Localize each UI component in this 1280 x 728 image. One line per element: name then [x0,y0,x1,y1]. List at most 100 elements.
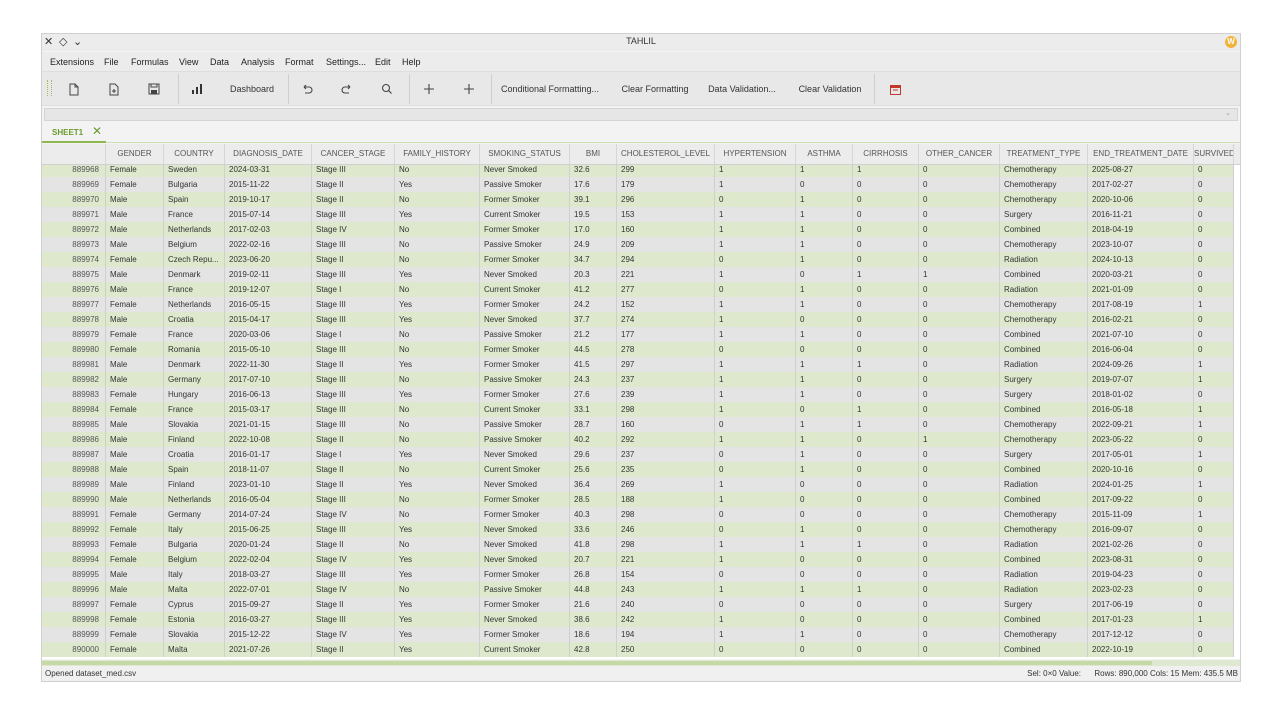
table-cell[interactable]: 33.1 [570,402,617,417]
row-number[interactable]: 889997 [42,597,106,612]
table-cell[interactable]: Combined [1000,327,1088,342]
table-cell[interactable]: Surgery [1000,387,1088,402]
table-cell[interactable]: Female [106,387,164,402]
table-cell[interactable]: 1 [796,372,853,387]
row-number[interactable]: 889972 [42,222,106,237]
table-cell[interactable]: 1 [796,252,853,267]
table-cell[interactable]: Chemotherapy [1000,432,1088,447]
table-cell[interactable]: France [164,327,225,342]
table-cell[interactable]: 0 [1194,237,1234,252]
table-cell[interactable]: 1 [715,357,796,372]
table-cell[interactable]: 2016-05-15 [225,297,312,312]
row-number[interactable]: 889978 [42,312,106,327]
menu-formulas[interactable]: Formulas [131,57,169,67]
table-cell[interactable]: 2018-01-02 [1088,387,1194,402]
table-row[interactable]: 889991 Female Germany 2014-07-24 Stage IV No F… [42,507,1234,522]
column-header[interactable]: COUNTRY [164,144,225,164]
table-cell[interactable]: Combined [1000,492,1088,507]
table-cell[interactable]: Radiation [1000,252,1088,267]
table-cell[interactable]: Never Smoked [480,312,570,327]
table-cell[interactable]: Former Smoker [480,297,570,312]
table-row[interactable]: 889973 Male Belgium 2022-02-16 Stage III No Pa… [42,237,1234,252]
row-number[interactable]: 889975 [42,267,106,282]
table-cell[interactable]: Stage IV [312,222,395,237]
table-cell[interactable]: Former Smoker [480,507,570,522]
table-cell[interactable]: 299 [617,165,715,177]
menu-format[interactable]: Format [285,57,314,67]
table-cell[interactable]: Male [106,432,164,447]
table-cell[interactable]: Yes [395,387,480,402]
row-number[interactable]: 889982 [42,372,106,387]
table-cell[interactable]: Female [106,402,164,417]
table-cell[interactable]: Stage IV [312,552,395,567]
table-cell[interactable]: 0 [796,567,853,582]
table-cell[interactable]: 0 [919,207,1000,222]
table-cell[interactable]: Stage II [312,642,395,657]
table-cell[interactable]: Stage III [312,402,395,417]
table-cell[interactable]: 0 [853,477,919,492]
table-cell[interactable]: 1 [715,297,796,312]
table-cell[interactable]: Former Smoker [480,387,570,402]
table-cell[interactable]: Stage III [312,387,395,402]
table-cell[interactable]: 0 [796,402,853,417]
row-number[interactable]: 889983 [42,387,106,402]
table-cell[interactable]: 0 [919,387,1000,402]
menu-data[interactable]: Data [210,57,229,67]
table-cell[interactable]: 2019-12-07 [225,282,312,297]
table-cell[interactable]: Current Smoker [480,642,570,657]
table-cell[interactable]: 2014-07-24 [225,507,312,522]
table-cell[interactable]: 0 [919,642,1000,657]
table-cell[interactable]: 2024-10-13 [1088,252,1194,267]
table-cell[interactable]: Yes [395,177,480,192]
table-cell[interactable]: Current Smoker [480,462,570,477]
table-cell[interactable]: 160 [617,222,715,237]
table-cell[interactable]: 1 [1194,612,1234,627]
row-number[interactable]: 889989 [42,477,106,492]
table-cell[interactable]: No [395,192,480,207]
table-cell[interactable]: 40.2 [570,432,617,447]
table-cell[interactable]: Passive Smoker [480,237,570,252]
table-cell[interactable]: 0 [919,342,1000,357]
table-cell[interactable]: France [164,402,225,417]
table-cell[interactable]: Female [106,552,164,567]
table-cell[interactable]: 1 [796,357,853,372]
table-cell[interactable]: 2015-07-14 [225,207,312,222]
table-cell[interactable]: 235 [617,462,715,477]
table-cell[interactable]: Male [106,492,164,507]
table-cell[interactable]: 29.6 [570,447,617,462]
row-number[interactable]: 889998 [42,612,106,627]
table-row[interactable]: 889968 Female Sweden 2024-03-31 Stage III No N… [42,165,1234,177]
table-cell[interactable]: 2016-05-04 [225,492,312,507]
table-cell[interactable]: 0 [1194,567,1234,582]
table-cell[interactable]: Radiation [1000,282,1088,297]
table-cell[interactable]: Female [106,507,164,522]
table-cell[interactable]: Italy [164,522,225,537]
table-cell[interactable]: 0 [1194,312,1234,327]
table-cell[interactable]: 194 [617,627,715,642]
table-cell[interactable]: Slovakia [164,417,225,432]
table-row[interactable]: 889976 Male France 2019-12-07 Stage I No Curre… [42,282,1234,297]
row-number[interactable]: 889996 [42,582,106,597]
table-cell[interactable]: Passive Smoker [480,582,570,597]
table-cell[interactable]: 21.2 [570,327,617,342]
table-cell[interactable]: Yes [395,477,480,492]
table-row[interactable]: 889990 Male Netherlands 2016-05-04 Stage III… [42,492,1234,507]
undo-icon[interactable] [297,78,317,100]
table-cell[interactable]: Combined [1000,267,1088,282]
table-cell[interactable]: 0 [919,222,1000,237]
table-cell[interactable]: 1 [1194,477,1234,492]
table-cell[interactable]: 1 [715,552,796,567]
table-cell[interactable]: 21.6 [570,597,617,612]
column-header[interactable]: FAMILY_HISTORY [395,144,480,164]
table-cell[interactable]: 1 [715,492,796,507]
table-cell[interactable]: 294 [617,252,715,267]
table-cell[interactable]: Combined [1000,552,1088,567]
table-cell[interactable]: Male [106,207,164,222]
table-cell[interactable]: Chemotherapy [1000,522,1088,537]
table-cell[interactable]: Chemotherapy [1000,312,1088,327]
table-cell[interactable]: 2015-03-17 [225,402,312,417]
table-cell[interactable]: Chemotherapy [1000,192,1088,207]
table-cell[interactable]: 1 [853,537,919,552]
table-cell[interactable]: 44.8 [570,582,617,597]
table-row[interactable]: 889978 Male Croatia 2015-04-17 Stage III Yes N… [42,312,1234,327]
